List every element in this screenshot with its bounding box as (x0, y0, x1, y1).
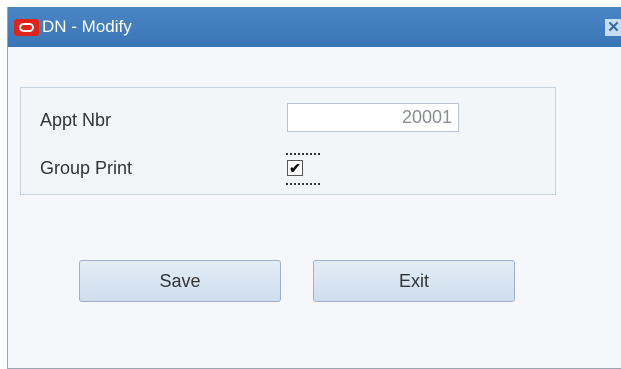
form-group: Appt Nbr 20001 Group Print ✔ (20, 87, 556, 195)
window-title: DN - Modify (42, 17, 132, 36)
exit-button[interactable]: Exit (313, 260, 515, 302)
oracle-logo-icon (14, 19, 39, 36)
close-icon[interactable]: ✕ (605, 19, 621, 36)
checkmark-icon: ✔ (287, 160, 303, 176)
dn-modify-dialog: DN - Modify ✕ Appt Nbr 20001 Group Print… (7, 7, 621, 369)
appt-nbr-input[interactable]: 20001 (287, 103, 459, 132)
appt-nbr-label: Appt Nbr (40, 110, 112, 130)
group-print-label: Group Print (40, 158, 133, 178)
group-print-checkbox[interactable]: ✔ (286, 153, 320, 185)
save-button[interactable]: Save (79, 260, 281, 302)
title-bar: DN - Modify ✕ (8, 7, 621, 47)
